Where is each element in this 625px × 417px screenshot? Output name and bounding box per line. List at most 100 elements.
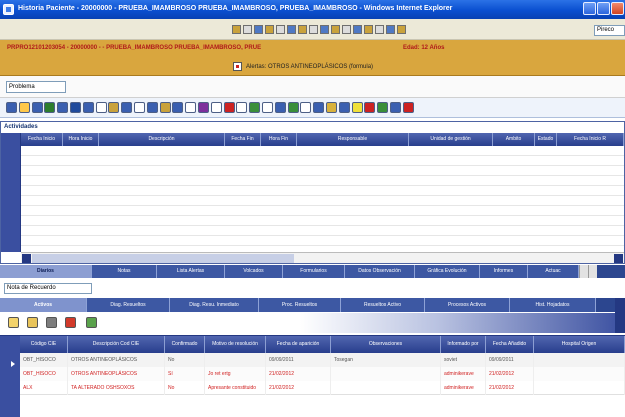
section-selector[interactable]: Problema [6, 81, 66, 93]
app-toolbar-button-icon[interactable] [364, 102, 376, 113]
app-toolbar-button-icon[interactable] [108, 102, 120, 113]
app-toolbar-button-icon[interactable] [236, 102, 248, 113]
app-toolbar-button-icon[interactable] [390, 102, 401, 113]
app-toolbar-button-icon[interactable] [377, 102, 389, 113]
stop-icon[interactable] [254, 25, 263, 34]
diagnostics-sub-tab[interactable]: Diag. Resueltos [87, 298, 170, 312]
diagnostics-sub-tab[interactable]: Procesos Activos [425, 298, 510, 312]
close-button[interactable] [611, 2, 624, 15]
app-toolbar-button-icon[interactable] [18, 102, 30, 113]
favorites-icon[interactable] [298, 25, 307, 34]
main-tab[interactable]: Gráfica Evolución [415, 265, 480, 278]
allergy-alert[interactable]: Alertas: OTROS ANTINEOPLÁSICOS (formula) [233, 62, 373, 71]
diagnostics-sub-tab[interactable]: Hist. Hojadatos [510, 298, 596, 312]
edit-record-icon[interactable] [27, 317, 38, 328]
diagnostics-column-header[interactable]: Informado por [441, 336, 486, 353]
app-toolbar-button-icon[interactable] [172, 102, 184, 113]
app-toolbar-button-icon[interactable] [57, 102, 69, 113]
main-tab[interactable]: Formularios [283, 265, 345, 278]
app-toolbar-button-icon[interactable] [31, 102, 43, 113]
app-toolbar-button-icon[interactable] [95, 102, 107, 113]
app-toolbar-button-icon[interactable] [210, 102, 222, 113]
app-toolbar-button-icon[interactable] [159, 102, 171, 113]
activities-column-header[interactable]: Descripción [99, 133, 225, 146]
forward-icon[interactable] [243, 25, 252, 34]
discuss-icon[interactable] [353, 25, 362, 34]
refresh-icon[interactable] [265, 25, 274, 34]
diagnostics-row[interactable]: ALX TA ALTERADO OSHSOXOS No Apresante const… [20, 381, 625, 395]
main-tab[interactable]: Diarios [0, 265, 92, 278]
back-icon[interactable] [232, 25, 241, 34]
diagnostics-column-header[interactable]: Motivo de resolución [205, 336, 266, 353]
app-toolbar-button-icon[interactable] [338, 102, 350, 113]
diagnostics-sub-tab[interactable]: Resueltos Activo [341, 298, 425, 312]
activities-column-header[interactable]: Responsable [297, 133, 409, 146]
app-toolbar-button-icon[interactable] [300, 102, 312, 113]
app-toolbar-button-icon[interactable] [262, 102, 273, 113]
app-toolbar-button-icon[interactable] [146, 102, 158, 113]
refresh-records-icon[interactable] [86, 317, 97, 328]
app-toolbar-button-icon[interactable] [6, 102, 17, 113]
diagnostics-sub-tab[interactable]: Activos [0, 298, 87, 312]
app-toolbar-button-icon[interactable] [223, 102, 235, 113]
print-icon[interactable] [331, 25, 340, 34]
tab-scroll-right-icon[interactable] [588, 265, 597, 278]
help-icon[interactable] [397, 25, 406, 34]
search-icon[interactable] [287, 25, 296, 34]
main-tab[interactable]: Actuac [528, 265, 579, 278]
app-toolbar-button-icon[interactable] [287, 102, 299, 113]
app-toolbar-button-icon[interactable] [44, 102, 56, 113]
main-tab[interactable]: Lista Alertas [157, 265, 225, 278]
new-record-icon[interactable] [8, 317, 19, 328]
activities-column-header[interactable]: Unidad de gestión [409, 133, 493, 146]
activities-column-header[interactable]: Hora Fin [261, 133, 297, 146]
app-toolbar-button-icon[interactable] [274, 102, 286, 113]
note-field[interactable]: Nota de Recuerdo [4, 283, 92, 294]
mail-icon[interactable] [320, 25, 329, 34]
activities-column-header[interactable]: Fecha Inicio R [557, 133, 624, 146]
app-toolbar-button-icon[interactable] [134, 102, 145, 113]
diagnostics-column-header[interactable]: Fecha de aparición [266, 336, 331, 353]
diagnostics-column-header[interactable]: Confirmado [165, 336, 205, 353]
activities-column-header[interactable]: Estado [535, 133, 557, 146]
diagnostics-sub-tab[interactable]: Proc. Resueltos [259, 298, 341, 312]
minimize-button[interactable] [583, 2, 596, 15]
diagnostics-column-header[interactable]: Código CIE [20, 336, 68, 353]
app-toolbar-button-icon[interactable] [70, 102, 81, 113]
messenger-icon[interactable] [364, 25, 373, 34]
main-tab[interactable]: Notas [92, 265, 157, 278]
diagnostics-row[interactable]: OBT_HISOCO OTROS ANTINEOPLÁSICOS Sí Jo ret … [20, 367, 625, 381]
app-toolbar-button-icon[interactable] [313, 102, 325, 113]
address-field[interactable]: Pireco [594, 25, 625, 36]
maximize-button[interactable] [597, 2, 610, 15]
main-tab[interactable]: Volcados [225, 265, 283, 278]
activities-grid-body[interactable] [21, 146, 624, 252]
app-toolbar-button-icon[interactable] [82, 102, 94, 113]
scroll-thumb[interactable] [32, 254, 294, 263]
resolve-record-icon[interactable] [46, 317, 57, 328]
home-icon[interactable] [276, 25, 285, 34]
diagnostics-sub-tab[interactable]: Diag. Resu. Inmediato [170, 298, 259, 312]
scroll-left-icon[interactable] [22, 254, 31, 263]
history-icon[interactable] [309, 25, 318, 34]
page-icon[interactable] [375, 25, 384, 34]
activities-column-header[interactable]: Ambito [493, 133, 535, 146]
app-toolbar-button-icon[interactable] [249, 102, 261, 113]
diagnostics-column-header[interactable]: Descripción Cod CIE [68, 336, 165, 353]
activities-column-header[interactable]: Hora Inicio [63, 133, 99, 146]
diagnostics-vertical-scrollbar[interactable] [615, 298, 625, 333]
diagnostics-column-header[interactable]: Fecha Añadido [486, 336, 534, 353]
app-toolbar-button-icon[interactable] [402, 102, 414, 113]
activities-column-header[interactable]: Fecha Fin [225, 133, 261, 146]
diagnostics-row[interactable]: OBT_HISOCO OTROS ANTINEOPLÁSICOS No 09/09/2… [20, 353, 625, 367]
main-tab[interactable]: Informes [480, 265, 528, 278]
diagnostics-column-header[interactable]: Observaciones [331, 336, 441, 353]
app-toolbar-button-icon[interactable] [185, 102, 197, 113]
scroll-right-icon[interactable] [614, 254, 623, 263]
tab-scroll-left-icon[interactable] [579, 265, 588, 278]
app-toolbar-button-icon[interactable] [121, 102, 133, 113]
edit-icon[interactable] [342, 25, 351, 34]
app-toolbar-button-icon[interactable] [351, 102, 363, 113]
app-toolbar-button-icon[interactable] [198, 102, 209, 113]
delete-record-icon[interactable] [65, 317, 76, 328]
